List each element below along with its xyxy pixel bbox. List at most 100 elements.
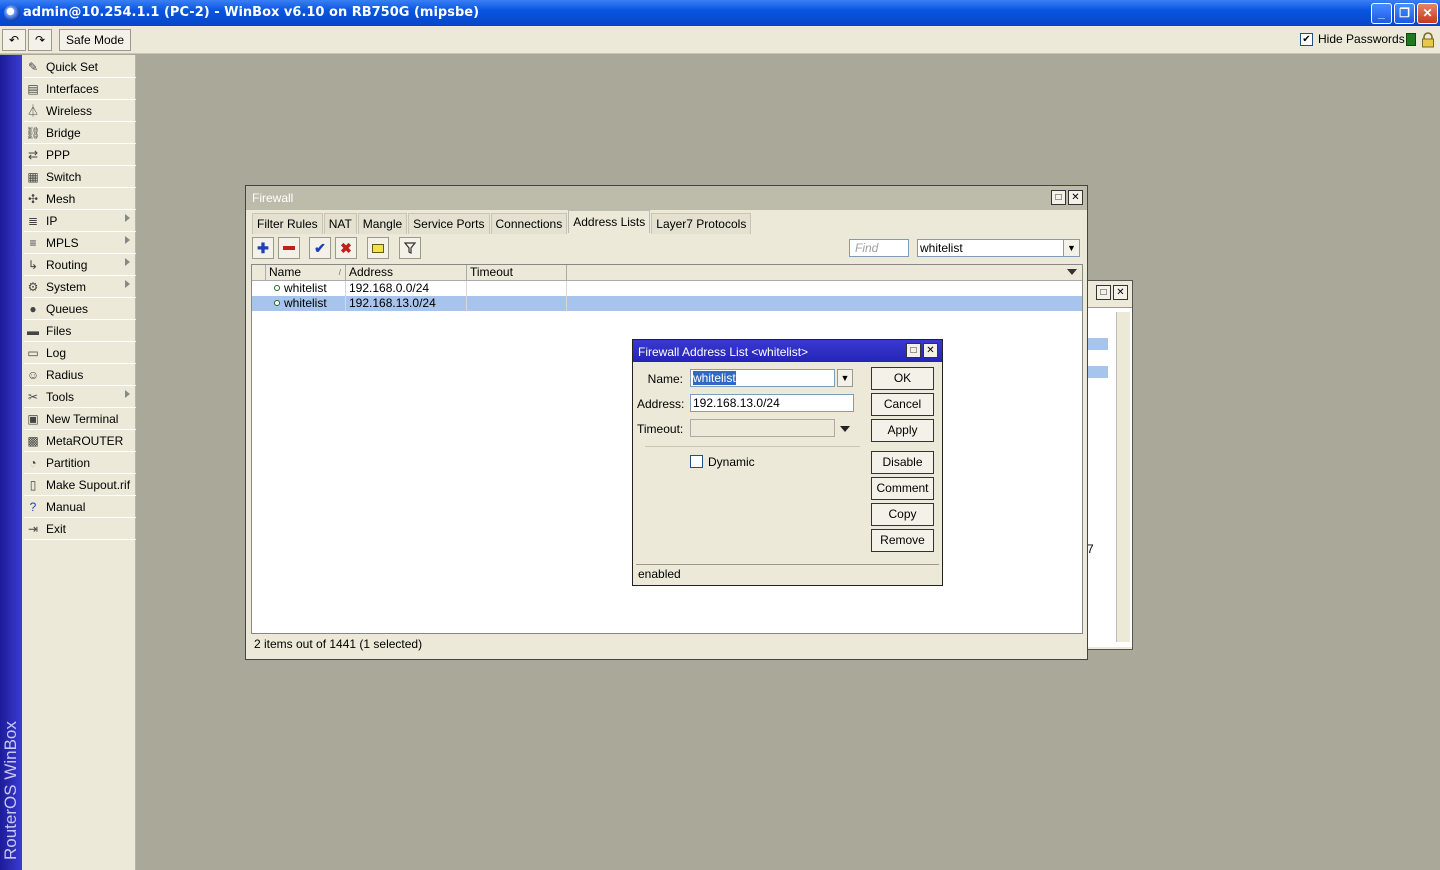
sidebar-item-label: Make Supout.rif <box>46 477 131 492</box>
timeout-field[interactable] <box>690 419 835 437</box>
sidebar-item-ip[interactable]: ≣ IP <box>24 210 136 232</box>
remove-button[interactable] <box>278 237 300 259</box>
document-icon: ▯ <box>29 477 37 492</box>
apply-button[interactable]: Apply <box>871 419 934 442</box>
sidebar-item-label: Queues <box>46 301 89 316</box>
table-row-selected[interactable]: whitelist 192.168.13.0/24 <box>252 296 1082 311</box>
sidebar-item-wireless[interactable]: ⏃ Wireless <box>24 100 136 122</box>
sidebar-item-ppp[interactable]: ⇄ PPP <box>24 144 136 166</box>
exit-icon: ⇥ <box>27 521 39 536</box>
copy-button[interactable]: Copy <box>871 503 934 526</box>
background-window[interactable]: □ ✕ 7 <box>1083 280 1133 650</box>
redo-button[interactable]: ↷ <box>28 29 52 51</box>
comment-button[interactable]: Comment <box>871 477 934 500</box>
chevron-down-icon[interactable]: ▼ <box>1063 240 1079 256</box>
address-label: Address: <box>637 397 685 411</box>
name-dropdown-icon[interactable]: ▼ <box>837 369 853 387</box>
safe-mode-button[interactable]: Safe Mode <box>59 29 131 51</box>
dialog-status-bar: enabled <box>636 564 939 584</box>
sidebar-item-interfaces[interactable]: ▤ Interfaces <box>24 78 136 100</box>
switch-icon: ▦ <box>27 169 39 184</box>
bg-list: 7 <box>1084 307 1132 647</box>
dialog-maximize-icon[interactable]: □ <box>906 343 921 358</box>
ok-button[interactable]: OK <box>871 367 934 390</box>
winbox-app-icon[interactable] <box>4 5 20 21</box>
sidebar-item-system[interactable]: ⚙ System <box>24 276 136 298</box>
tab-connections[interactable]: Connections <box>490 213 568 234</box>
sidebar-item-queues[interactable]: ● Queues <box>24 298 136 320</box>
column-name[interactable]: Name / <box>266 265 346 281</box>
sidebar-item-partition[interactable]: ◔ Partition <box>24 452 136 474</box>
column-address[interactable]: Address <box>346 265 467 281</box>
dynamic-checkbox[interactable] <box>690 455 703 468</box>
sidebar-item-log[interactable]: ▭ Log <box>24 342 136 364</box>
sidebar-item-manual[interactable]: ? Manual <box>24 496 136 518</box>
dialog-close-icon[interactable]: ✕ <box>923 343 938 358</box>
firewall-title-bar[interactable]: Firewall □ ✕ <box>246 186 1087 210</box>
status-indicator-icon <box>1406 33 1416 46</box>
add-button[interactable]: ✚ <box>252 237 274 259</box>
sidebar-item-label: Manual <box>46 499 86 514</box>
sidebar-item-make-supout-rif[interactable]: ▯ Make Supout.rif <box>24 474 136 496</box>
sidebar-item-exit[interactable]: ⇥ Exit <box>24 518 136 540</box>
bg-scrollbar[interactable] <box>1116 312 1130 642</box>
find-input[interactable]: Find <box>849 239 909 257</box>
enable-button[interactable]: ✔ <box>309 237 331 259</box>
bg-restore-icon[interactable]: □ <box>1096 285 1111 300</box>
comment-button[interactable] <box>367 237 389 259</box>
disable-button[interactable]: Disable <box>871 451 934 474</box>
sidebar-item-mpls[interactable]: ≡ MPLS <box>24 232 136 254</box>
window-title: admin@10.254.1.1 (PC-2) - WinBox v6.10 o… <box>23 5 480 20</box>
timeout-dropdown-icon[interactable] <box>840 426 850 432</box>
row-address: 192.168.13.0/24 <box>346 296 467 311</box>
minimize-button[interactable]: _ <box>1371 3 1392 24</box>
sidebar-item-switch[interactable]: ▦ Switch <box>24 166 136 188</box>
address-list-dialog[interactable]: Firewall Address List <whitelist> □ ✕ Na… <box>632 339 943 586</box>
column-timeout[interactable]: Timeout <box>467 265 567 281</box>
title-bar: admin@10.254.1.1 (PC-2) - WinBox v6.10 o… <box>0 0 1440 26</box>
queues-icon: ● <box>29 301 37 316</box>
firewall-close-icon[interactable]: ✕ <box>1068 190 1083 205</box>
tab-layer7-protocols[interactable]: Layer7 Protocols <box>651 213 752 234</box>
address-list-filter[interactable]: whitelist ▼ <box>917 239 1080 257</box>
tab-nat[interactable]: NAT <box>323 213 357 234</box>
sidebar-item-quick-set[interactable]: ✎ Quick Set <box>24 56 136 78</box>
sidebar-item-files[interactable]: ▬ Files <box>24 320 136 342</box>
disable-button[interactable]: ✖ <box>335 237 357 259</box>
sidebar-item-tools[interactable]: ✂ Tools <box>24 386 136 408</box>
tab-filter-rules[interactable]: Filter Rules <box>252 213 323 234</box>
restore-button[interactable]: ❐ <box>1394 3 1415 24</box>
comment-icon <box>372 243 384 253</box>
sidebar-item-new-terminal[interactable]: ▣ New Terminal <box>24 408 136 430</box>
bg-close-icon[interactable]: ✕ <box>1113 285 1128 300</box>
mpls-icon: ≡ <box>29 235 37 250</box>
side-menu: ✎ Quick Set ▤ Interfaces ⏃ Wireless ⛓ Bridge ⇄ PP… <box>22 55 136 870</box>
filter-button[interactable] <box>399 237 421 259</box>
sidebar-item-routing[interactable]: ↳ Routing <box>24 254 136 276</box>
tab-address-lists[interactable]: Address Lists <box>568 210 651 233</box>
sidebar-item-metarouter[interactable]: ▩ MetaROUTER <box>24 430 136 452</box>
undo-button[interactable]: ↶ <box>2 29 26 51</box>
cancel-button[interactable]: Cancel <box>871 393 934 416</box>
table-row[interactable]: whitelist 192.168.0.0/24 <box>252 281 1082 296</box>
sidebar-item-mesh[interactable]: ✣ Mesh <box>24 188 136 210</box>
sidebar-item-radius[interactable]: ☺ Radius <box>24 364 136 386</box>
tab-mangle[interactable]: Mangle <box>357 213 408 234</box>
firewall-maximize-icon[interactable]: □ <box>1051 190 1066 205</box>
sidebar-item-label: MPLS <box>46 235 79 250</box>
sidebar-item-bridge[interactable]: ⛓ Bridge <box>24 122 136 144</box>
dialog-title-bar[interactable]: Firewall Address List <whitelist> □ ✕ <box>633 340 942 362</box>
hide-passwords-checkbox[interactable]: ✔ Hide Passwords <box>1300 32 1405 46</box>
row-timeout <box>467 281 567 296</box>
checkbox-checked-icon[interactable]: ✔ <box>1300 32 1313 46</box>
name-field[interactable]: whitelist <box>690 369 835 387</box>
columns-menu-icon[interactable] <box>1067 269 1077 275</box>
submenu-arrow-icon <box>125 280 130 288</box>
tab-service-ports[interactable]: Service Ports <box>408 213 490 234</box>
close-button[interactable]: ✕ <box>1417 3 1438 24</box>
remove-button[interactable]: Remove <box>871 529 934 552</box>
help-icon: ? <box>29 499 37 514</box>
address-field[interactable]: 192.168.13.0/24 <box>690 394 854 412</box>
magic-wand-icon: ✎ <box>27 59 39 74</box>
submenu-arrow-icon <box>125 390 130 398</box>
